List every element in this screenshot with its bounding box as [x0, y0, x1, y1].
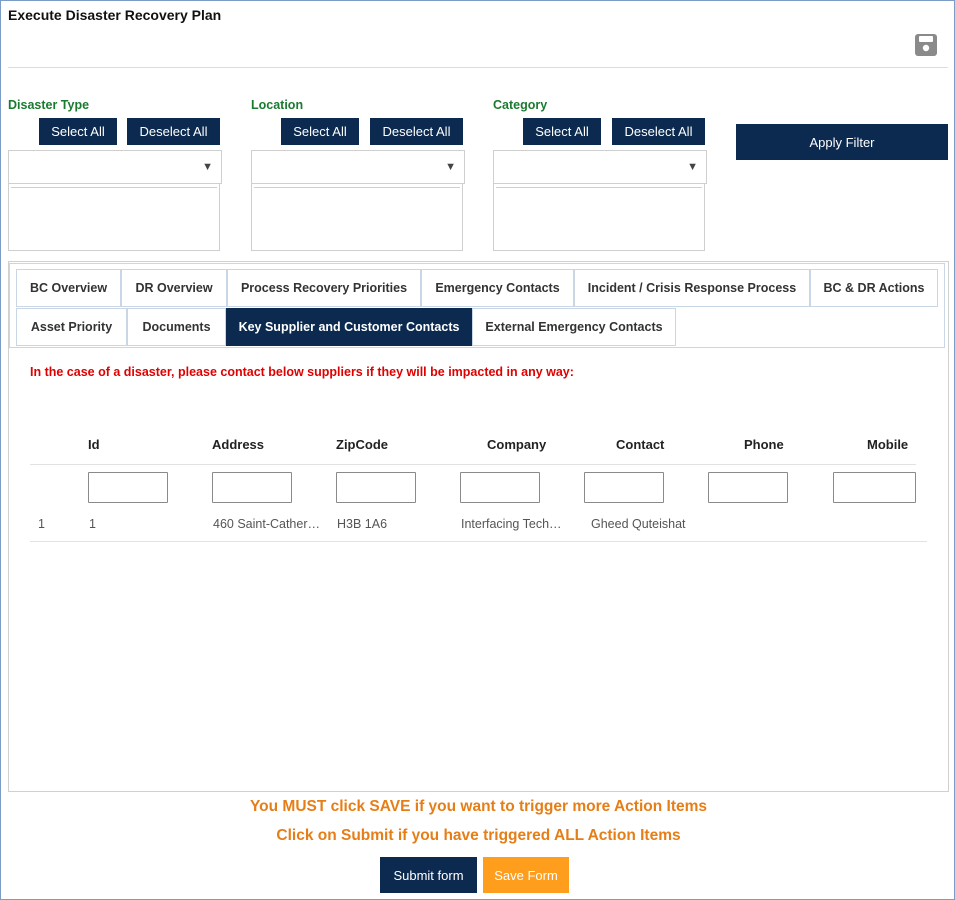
contact-filter-input[interactable] [584, 472, 664, 503]
row-index-cell: 1 [38, 517, 45, 531]
tab-process-recovery-priorities[interactable]: Process Recovery Priorities [227, 269, 421, 307]
contact-cell: Gheed Quteishat [591, 517, 686, 531]
tab-bc-dr-actions[interactable]: BC & DR Actions [810, 269, 938, 307]
tab-emergency-contacts[interactable]: Emergency Contacts [421, 269, 574, 307]
category-select-all-button[interactable]: Select All [523, 118, 601, 145]
triangle-down-icon: ▼ [445, 161, 456, 173]
save-icon[interactable] [914, 33, 938, 57]
page-title: Execute Disaster Recovery Plan [8, 7, 222, 23]
save-form-button[interactable]: Save Form [483, 857, 569, 893]
disaster-type-dropdown[interactable]: ▼ [8, 150, 222, 184]
address-filter-input[interactable] [212, 472, 292, 503]
tab-external-emergency-contacts[interactable]: External Emergency Contacts [472, 308, 676, 346]
column-header-zipcode[interactable]: ZipCode [336, 437, 388, 452]
listbox-divider [11, 187, 217, 188]
location-select-all-button[interactable]: Select All [281, 118, 359, 145]
listbox-divider [496, 187, 702, 188]
row-divider-line [30, 541, 927, 542]
submit-form-button[interactable]: Submit form [380, 857, 477, 893]
listbox-divider [254, 187, 460, 188]
location-listbox[interactable] [251, 183, 463, 251]
tab-documents[interactable]: Documents [127, 308, 226, 346]
id-cell: 1 [89, 517, 96, 531]
disaster-type-deselect-all-button[interactable]: Deselect All [127, 118, 220, 145]
phone-filter-input[interactable] [708, 472, 788, 503]
disaster-type-label: Disaster Type [8, 98, 90, 112]
supplier-notice: In the case of a disaster, please contac… [30, 365, 574, 379]
column-header-address[interactable]: Address [212, 437, 264, 452]
zipcode-filter-input[interactable] [336, 472, 416, 503]
category-label: Category [493, 98, 548, 112]
tab-incident-crisis-response-process[interactable]: Incident / Crisis Response Process [574, 269, 810, 307]
triangle-down-icon: ▼ [202, 161, 213, 173]
zipcode-cell: H3B 1A6 [337, 517, 388, 531]
id-filter-input[interactable] [88, 472, 168, 503]
apply-filter-button[interactable]: Apply Filter [736, 124, 948, 160]
location-deselect-all-button[interactable]: Deselect All [370, 118, 463, 145]
header-divider-line [30, 464, 916, 465]
location-dropdown[interactable]: ▼ [251, 150, 465, 184]
category-dropdown[interactable]: ▼ [493, 150, 707, 184]
tab-bc-overview[interactable]: BC Overview [16, 269, 121, 307]
tab-dr-overview[interactable]: DR Overview [121, 269, 227, 307]
column-header-mobile[interactable]: Mobile [867, 437, 908, 452]
column-header-id[interactable]: Id [88, 437, 100, 452]
tab-key-supplier-customer-contacts[interactable]: Key Supplier and Customer Contacts [226, 308, 472, 346]
mobile-filter-input[interactable] [833, 472, 916, 503]
company-filter-input[interactable] [460, 472, 540, 503]
category-deselect-all-button[interactable]: Deselect All [612, 118, 705, 145]
column-header-phone[interactable]: Phone [744, 437, 784, 452]
submit-reminder-message: Click on Submit if you have triggered AL… [276, 827, 681, 844]
disaster-type-select-all-button[interactable]: Select All [39, 118, 117, 145]
location-label: Location [251, 98, 304, 112]
column-header-company[interactable]: Company [487, 437, 546, 452]
disaster-type-listbox[interactable] [8, 183, 220, 251]
address-cell: 460 Saint-Cather… [213, 517, 321, 531]
page-frame: Execute Disaster Recovery Plan Disaster … [0, 0, 955, 900]
header-divider [8, 67, 948, 68]
tab-asset-priority[interactable]: Asset Priority [16, 308, 127, 346]
company-cell: Interfacing Tech… [461, 517, 562, 531]
save-reminder-message: You MUST click SAVE if you want to trigg… [249, 798, 708, 815]
column-header-contact[interactable]: Contact [616, 437, 664, 452]
category-listbox[interactable] [493, 183, 705, 251]
triangle-down-icon: ▼ [687, 161, 698, 173]
